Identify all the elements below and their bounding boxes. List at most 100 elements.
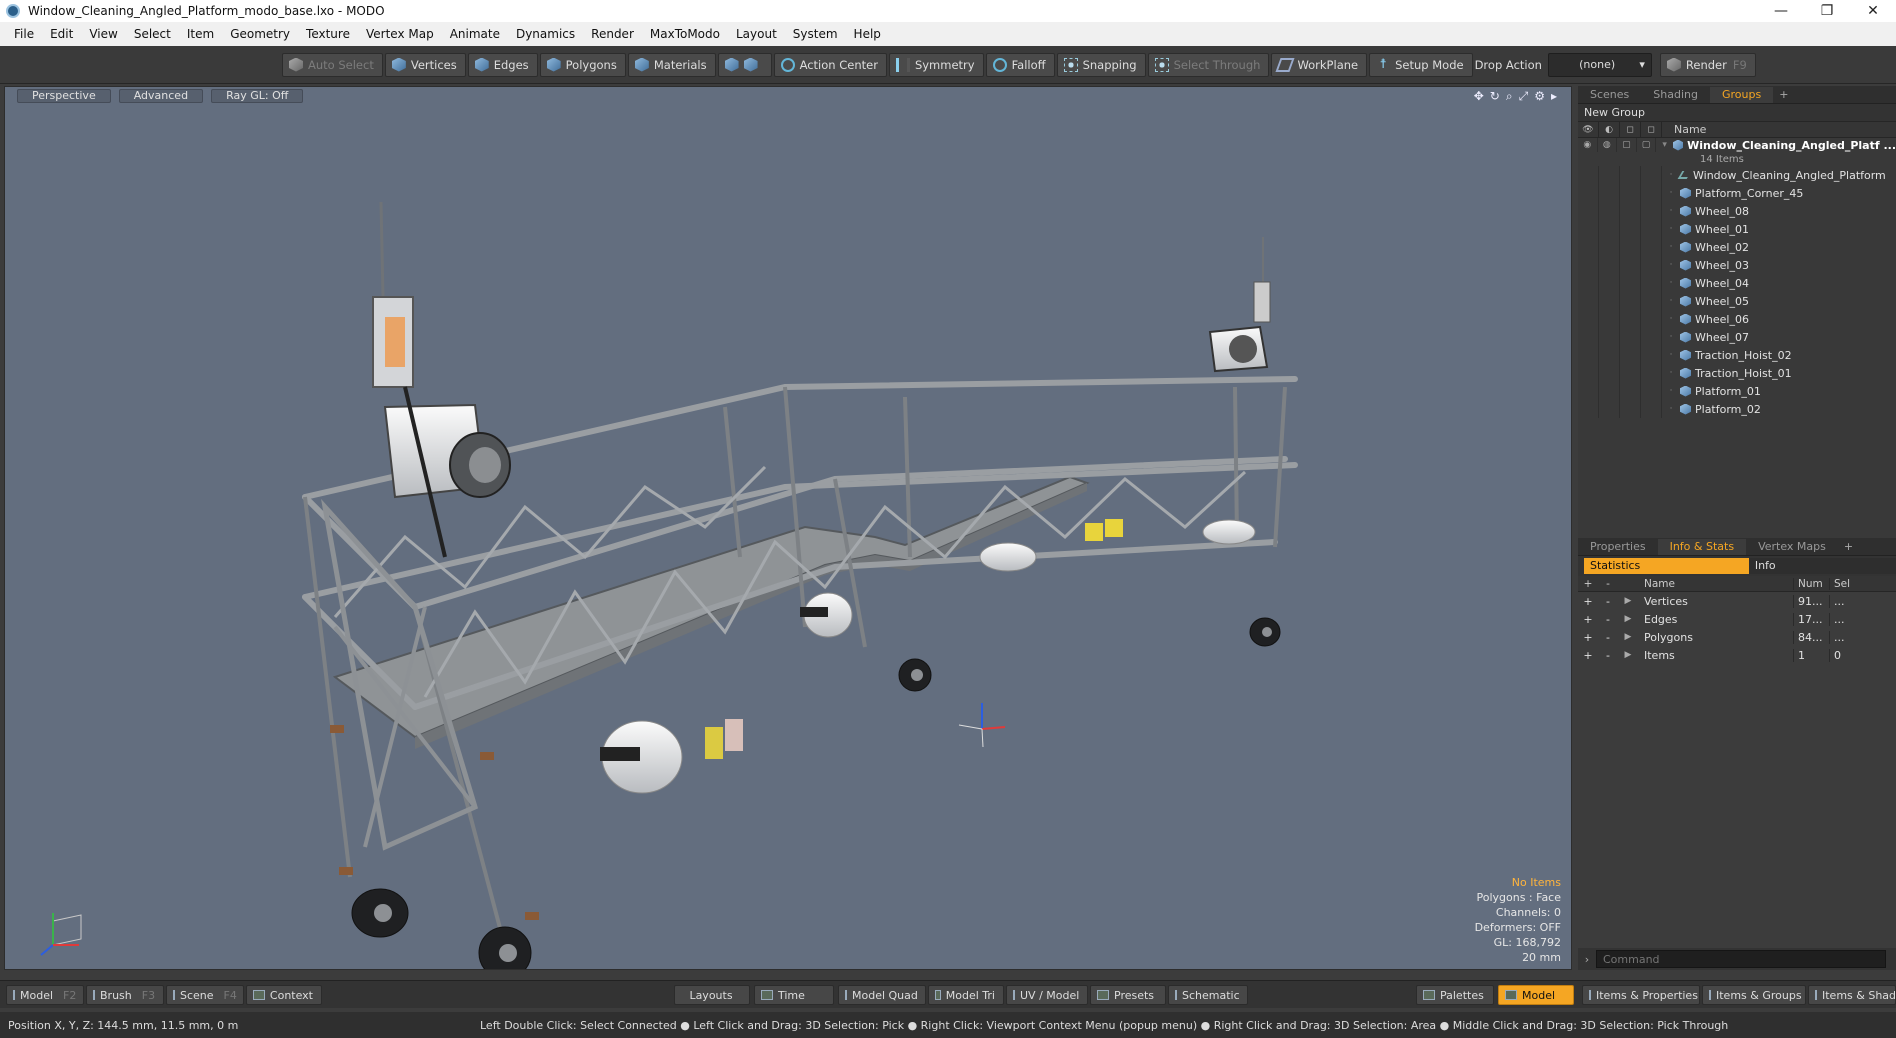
- tab-properties[interactable]: Properties: [1578, 539, 1658, 555]
- viewport-menu-icon[interactable]: ▸: [1551, 89, 1557, 104]
- menu-view[interactable]: View: [81, 22, 125, 46]
- expand-icon[interactable]: ▶: [1618, 614, 1638, 624]
- layouts-button[interactable]: Layouts: [674, 985, 750, 1005]
- close-button[interactable]: ✕: [1850, 0, 1896, 22]
- select-through-button[interactable]: Select Through: [1147, 52, 1270, 77]
- eye-col[interactable]: [1578, 328, 1599, 346]
- tab-scenes[interactable]: Scenes: [1578, 87, 1641, 103]
- group-item-row[interactable]: · Platform_01: [1578, 382, 1896, 400]
- group-item-row[interactable]: · Wheel_08: [1578, 202, 1896, 220]
- lock-col[interactable]: [1620, 220, 1641, 238]
- new-group-button[interactable]: New Group: [1578, 104, 1896, 122]
- lock-col[interactable]: [1620, 364, 1641, 382]
- drop-action-dropdown[interactable]: (none) ▾: [1547, 52, 1652, 77]
- menu-vertex-map[interactable]: Vertex Map: [358, 22, 442, 46]
- time-button[interactable]: Time: [754, 985, 834, 1005]
- stats-row-polygons[interactable]: + - ▶ Polygons 84......: [1578, 628, 1896, 646]
- lock-col[interactable]: [1620, 166, 1641, 184]
- remove-icon[interactable]: -: [1598, 613, 1618, 626]
- select-col[interactable]: [1641, 184, 1662, 202]
- info-tab[interactable]: Info: [1748, 558, 1896, 574]
- polygons-mode-button[interactable]: Polygons: [539, 52, 626, 77]
- scene-layout-button[interactable]: Scene F4: [166, 985, 244, 1005]
- tab-vertex-maps[interactable]: Vertex Maps: [1746, 539, 1838, 555]
- render-col[interactable]: [1599, 238, 1620, 256]
- eye-col[interactable]: [1578, 202, 1599, 220]
- pan-icon[interactable]: ✥: [1474, 89, 1484, 104]
- viewport-settings-icon[interactable]: ⚙: [1534, 89, 1545, 104]
- uv-model-button[interactable]: UV / Model: [1006, 985, 1088, 1005]
- action-center-button[interactable]: Action Center: [773, 52, 887, 77]
- zoom-icon[interactable]: ⌕: [1506, 89, 1513, 104]
- menu-system[interactable]: System: [785, 22, 846, 46]
- palettes-button[interactable]: Palettes: [1416, 985, 1494, 1005]
- brush-layout-button[interactable]: Brush F3: [86, 985, 164, 1005]
- items-groups-button[interactable]: Items & Groups: [1702, 985, 1806, 1005]
- menu-item[interactable]: Item: [179, 22, 222, 46]
- vertices-mode-button[interactable]: Vertices: [384, 52, 466, 77]
- menu-layout[interactable]: Layout: [728, 22, 785, 46]
- materials-mode-button[interactable]: Materials: [627, 52, 716, 77]
- eye-col[interactable]: [1578, 256, 1599, 274]
- eye-col[interactable]: [1578, 184, 1599, 202]
- stats-row-edges[interactable]: + - ▶ Edges 17......: [1578, 610, 1896, 628]
- menu-render[interactable]: Render: [583, 22, 642, 46]
- select-col[interactable]: [1641, 166, 1662, 184]
- view-type-dropdown[interactable]: Perspective: [17, 89, 111, 103]
- add-icon[interactable]: +: [1578, 631, 1598, 644]
- eye-col[interactable]: [1578, 274, 1599, 292]
- select-col[interactable]: [1641, 202, 1662, 220]
- select-col[interactable]: [1641, 346, 1662, 364]
- group-item-row[interactable]: · Platform_Corner_45: [1578, 184, 1896, 202]
- lock-col[interactable]: [1620, 256, 1641, 274]
- snapping-button[interactable]: Snapping: [1056, 52, 1146, 77]
- menu-dynamics[interactable]: Dynamics: [508, 22, 583, 46]
- lock-col[interactable]: [1620, 382, 1641, 400]
- eye-col[interactable]: [1578, 346, 1599, 364]
- minimize-button[interactable]: —: [1758, 0, 1804, 22]
- group-item-row[interactable]: · Wheel_06: [1578, 310, 1896, 328]
- model-active-button[interactable]: Model: [1498, 985, 1574, 1005]
- eye-col[interactable]: [1578, 310, 1599, 328]
- falloff-button[interactable]: Falloff: [985, 52, 1055, 77]
- lock-col[interactable]: [1620, 274, 1641, 292]
- render-col[interactable]: [1599, 382, 1620, 400]
- item-mode-button[interactable]: [717, 52, 772, 77]
- symmetry-button[interactable]: Symmetry: [888, 52, 984, 77]
- select-col[interactable]: [1641, 364, 1662, 382]
- render-col[interactable]: [1599, 292, 1620, 310]
- group-item-row[interactable]: · Window_Cleaning_Angled_Platform: [1578, 166, 1896, 184]
- render-col[interactable]: [1599, 220, 1620, 238]
- select-col[interactable]: [1641, 328, 1662, 346]
- eye-icon[interactable]: ◉: [1578, 138, 1598, 152]
- model-quad-button[interactable]: Model Quad: [838, 985, 926, 1005]
- render-col[interactable]: [1599, 274, 1620, 292]
- rotate-icon[interactable]: ↻: [1490, 89, 1500, 104]
- add-icon[interactable]: +: [1578, 649, 1598, 662]
- tab-shading[interactable]: Shading: [1641, 87, 1710, 103]
- lock-col[interactable]: [1620, 238, 1641, 256]
- select-col[interactable]: [1641, 292, 1662, 310]
- group-item-row[interactable]: · Wheel_04: [1578, 274, 1896, 292]
- add-tab-icon[interactable]: +: [1838, 539, 1859, 555]
- lock-col[interactable]: [1620, 400, 1641, 418]
- render-button[interactable]: Render F9: [1659, 52, 1756, 77]
- tab-groups[interactable]: Groups: [1709, 87, 1774, 103]
- menu-file[interactable]: File: [6, 22, 42, 46]
- menu-texture[interactable]: Texture: [298, 22, 358, 46]
- group-root-row[interactable]: ◉ ◍ ▢ ▢ ▾ Window_Cleaning_Angled_Platf ...: [1578, 138, 1896, 152]
- group-item-row[interactable]: · Traction_Hoist_02: [1578, 346, 1896, 364]
- stats-row-items[interactable]: + - ▶ Items 1 0: [1578, 646, 1896, 664]
- lock-col[interactable]: [1620, 184, 1641, 202]
- add-tab-icon[interactable]: +: [1773, 87, 1794, 103]
- menu-select[interactable]: Select: [126, 22, 179, 46]
- eye-col[interactable]: [1578, 238, 1599, 256]
- menu-animate[interactable]: Animate: [442, 22, 508, 46]
- eye-col[interactable]: [1578, 166, 1599, 184]
- add-icon[interactable]: +: [1578, 613, 1598, 626]
- model-tri-button[interactable]: Model Tri: [928, 985, 1004, 1005]
- remove-icon[interactable]: -: [1598, 631, 1618, 644]
- fit-icon[interactable]: ⤢: [1519, 89, 1529, 104]
- eye-col[interactable]: [1578, 400, 1599, 418]
- group-item-row[interactable]: · Wheel_07: [1578, 328, 1896, 346]
